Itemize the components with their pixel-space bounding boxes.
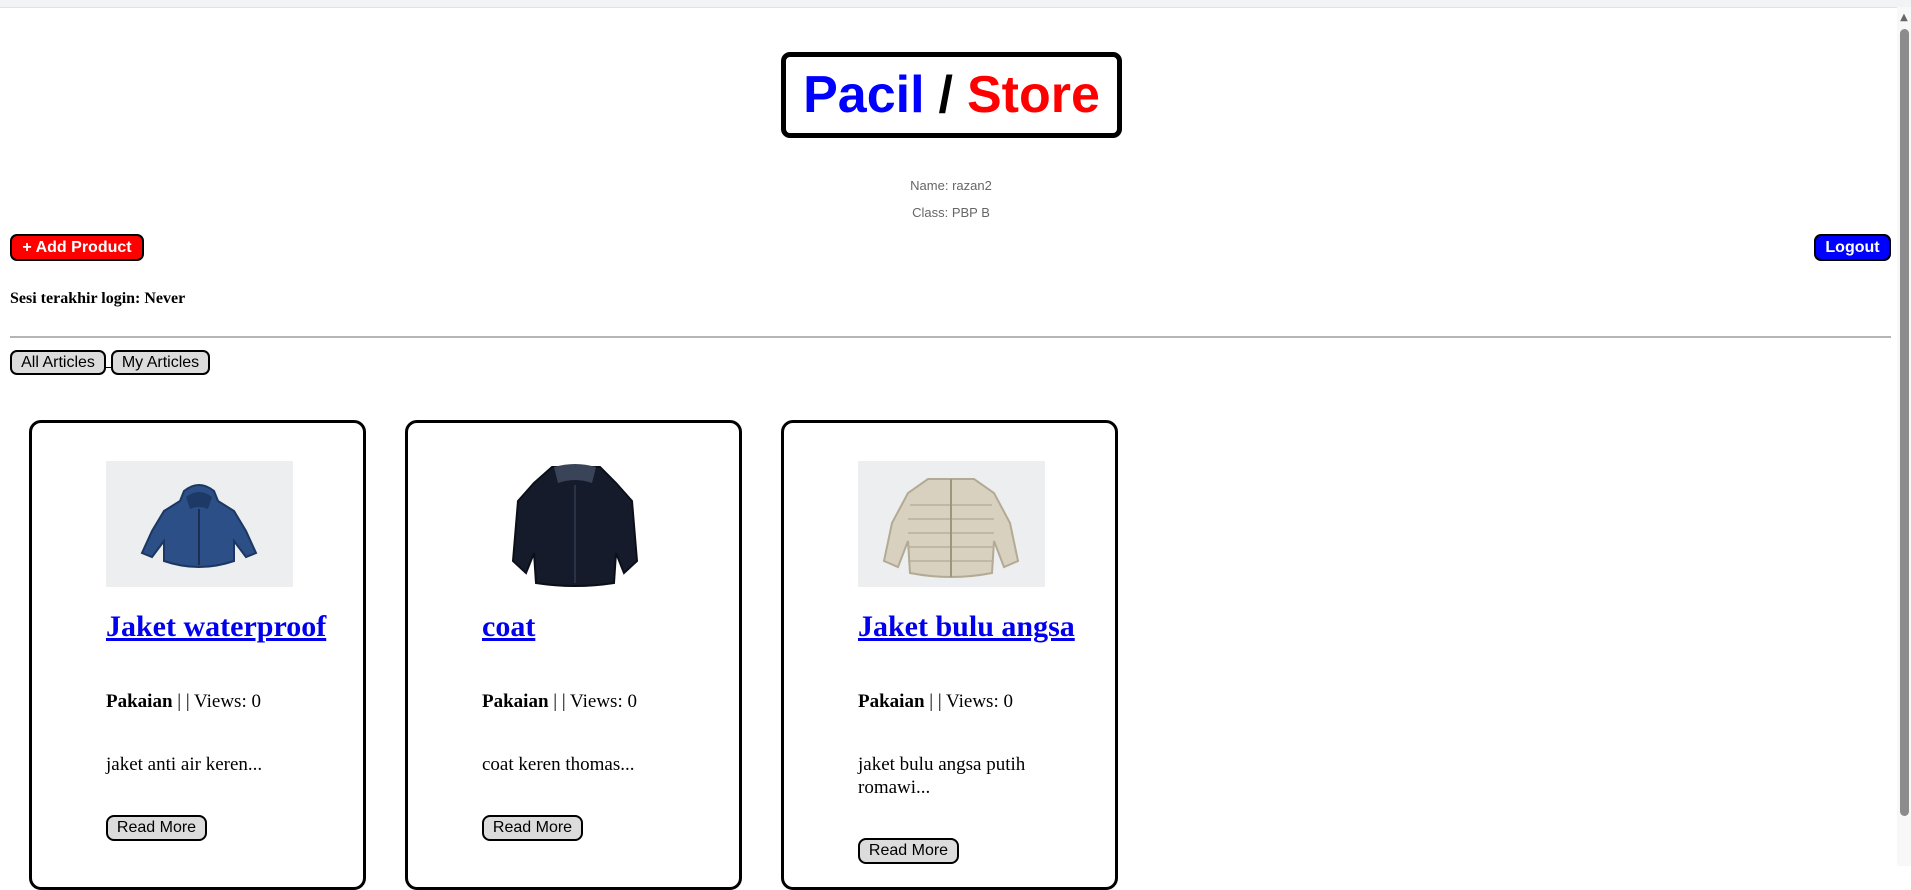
product-views: | | Views: 0 (924, 691, 1013, 712)
page-scrollbar[interactable]: ▲ (1897, 7, 1911, 866)
product-image (106, 461, 293, 587)
logout-button[interactable]: Logout (1814, 234, 1891, 261)
divider (10, 336, 1891, 338)
product-meta: Pakaian | | Views: 0 (858, 691, 1013, 713)
user-name: Name: razan2 (910, 178, 992, 193)
scroll-up-arrow-icon[interactable]: ▲ (1900, 13, 1908, 23)
product-card: Jaket bulu angsa Pakaian | | Views: 0 ja… (781, 420, 1118, 890)
product-title-link[interactable]: Jaket bulu angsa (858, 610, 1075, 644)
product-views: | | Views: 0 (172, 691, 261, 712)
scrollbar-thumb[interactable] (1900, 29, 1909, 816)
product-description: jaket bulu angsa putih romawi... (858, 754, 1026, 798)
down-jacket-image (882, 478, 1020, 578)
product-meta: Pakaian | | Views: 0 (106, 691, 261, 713)
product-card: coat Pakaian | | Views: 0 coat keren tho… (405, 420, 742, 890)
product-title-link[interactable]: Jaket waterproof (106, 610, 326, 644)
black-coat-image (511, 464, 639, 587)
product-image (858, 461, 1045, 587)
read-more-button[interactable]: Read More (482, 815, 583, 841)
product-category: Pakaian (858, 691, 925, 712)
product-description: coat keren thomas... (482, 754, 635, 775)
product-meta: Pakaian | | Views: 0 (482, 691, 637, 713)
product-category: Pakaian (482, 691, 549, 712)
product-views: | | Views: 0 (548, 691, 637, 712)
product-category: Pakaian (106, 691, 173, 712)
site-logo: Pacil / Store (781, 52, 1122, 138)
product-image (482, 461, 669, 587)
product-title-link[interactable]: coat (482, 610, 535, 644)
logo-separator: / (938, 66, 953, 124)
blue-jacket-image (140, 484, 258, 568)
logo-store-text: Store (966, 66, 1100, 124)
browser-top-edge (0, 0, 1911, 8)
all-articles-button[interactable]: All Articles (10, 350, 106, 375)
read-more-button[interactable]: Read More (858, 838, 959, 864)
user-class: Class: PBP B (912, 205, 990, 220)
last-login-text: Sesi terakhir login: Never (10, 290, 186, 307)
read-more-button[interactable]: Read More (106, 815, 207, 841)
add-product-button[interactable]: + Add Product (10, 234, 144, 261)
product-card: Jaket waterproof Pakaian | | Views: 0 ja… (29, 420, 366, 890)
logo-pacil-text: Pacil (803, 66, 925, 124)
product-description: jaket anti air keren... (106, 754, 263, 775)
my-articles-button[interactable]: My Articles (111, 350, 210, 375)
